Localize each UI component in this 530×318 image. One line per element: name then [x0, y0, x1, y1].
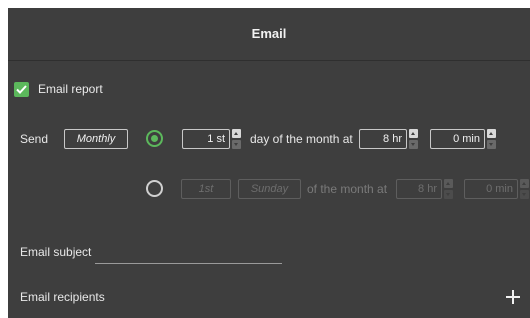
- day-stepper[interactable]: [232, 129, 241, 149]
- email-recipients-label: Email recipients: [20, 290, 105, 304]
- email-dialog: Email Email report Send Monthly 1 st day…: [8, 8, 530, 318]
- decrement-icon[interactable]: [409, 140, 418, 149]
- weekday-hour-stepper[interactable]: [444, 179, 453, 199]
- email-subject-label: Email subject: [20, 245, 92, 259]
- email-subject-input[interactable]: [95, 263, 282, 264]
- increment-icon[interactable]: [487, 129, 496, 138]
- increment-icon[interactable]: [409, 129, 418, 138]
- email-report-row[interactable]: Email report: [14, 80, 103, 98]
- email-report-label: Email report: [38, 82, 103, 96]
- minute-field[interactable]: 0 min: [430, 129, 485, 149]
- hour-stepper[interactable]: [409, 129, 418, 149]
- frequency-button[interactable]: Monthly: [64, 129, 128, 149]
- send-label: Send: [20, 132, 49, 146]
- ordinal-field[interactable]: 1st: [181, 179, 231, 199]
- decrement-icon[interactable]: [232, 140, 241, 149]
- day-of-month-text: day of the month at: [250, 132, 353, 146]
- weekday-minute-field[interactable]: 0 min: [464, 179, 518, 199]
- checkmark-icon: [16, 84, 27, 94]
- day-field[interactable]: 1 st: [182, 129, 230, 149]
- weekday-minute-stepper[interactable]: [520, 179, 529, 199]
- decrement-icon[interactable]: [487, 140, 496, 149]
- day-option-radio[interactable]: [146, 130, 163, 147]
- weekday-option-radio[interactable]: [146, 180, 163, 197]
- weekday-hour-field[interactable]: 8 hr: [396, 179, 442, 199]
- increment-icon[interactable]: [520, 179, 529, 188]
- decrement-icon[interactable]: [520, 190, 529, 199]
- minute-stepper[interactable]: [487, 129, 496, 149]
- weekday-field[interactable]: Sunday: [238, 179, 301, 199]
- decrement-icon[interactable]: [444, 190, 453, 199]
- increment-icon[interactable]: [444, 179, 453, 188]
- increment-icon[interactable]: [232, 129, 241, 138]
- dialog-title: Email: [251, 26, 287, 41]
- of-month-text: of the month at: [307, 182, 388, 196]
- email-report-checkbox[interactable]: [14, 81, 29, 97]
- hour-field[interactable]: 8 hr: [359, 129, 407, 149]
- title-divider: [8, 60, 530, 61]
- plus-icon[interactable]: [505, 289, 521, 305]
